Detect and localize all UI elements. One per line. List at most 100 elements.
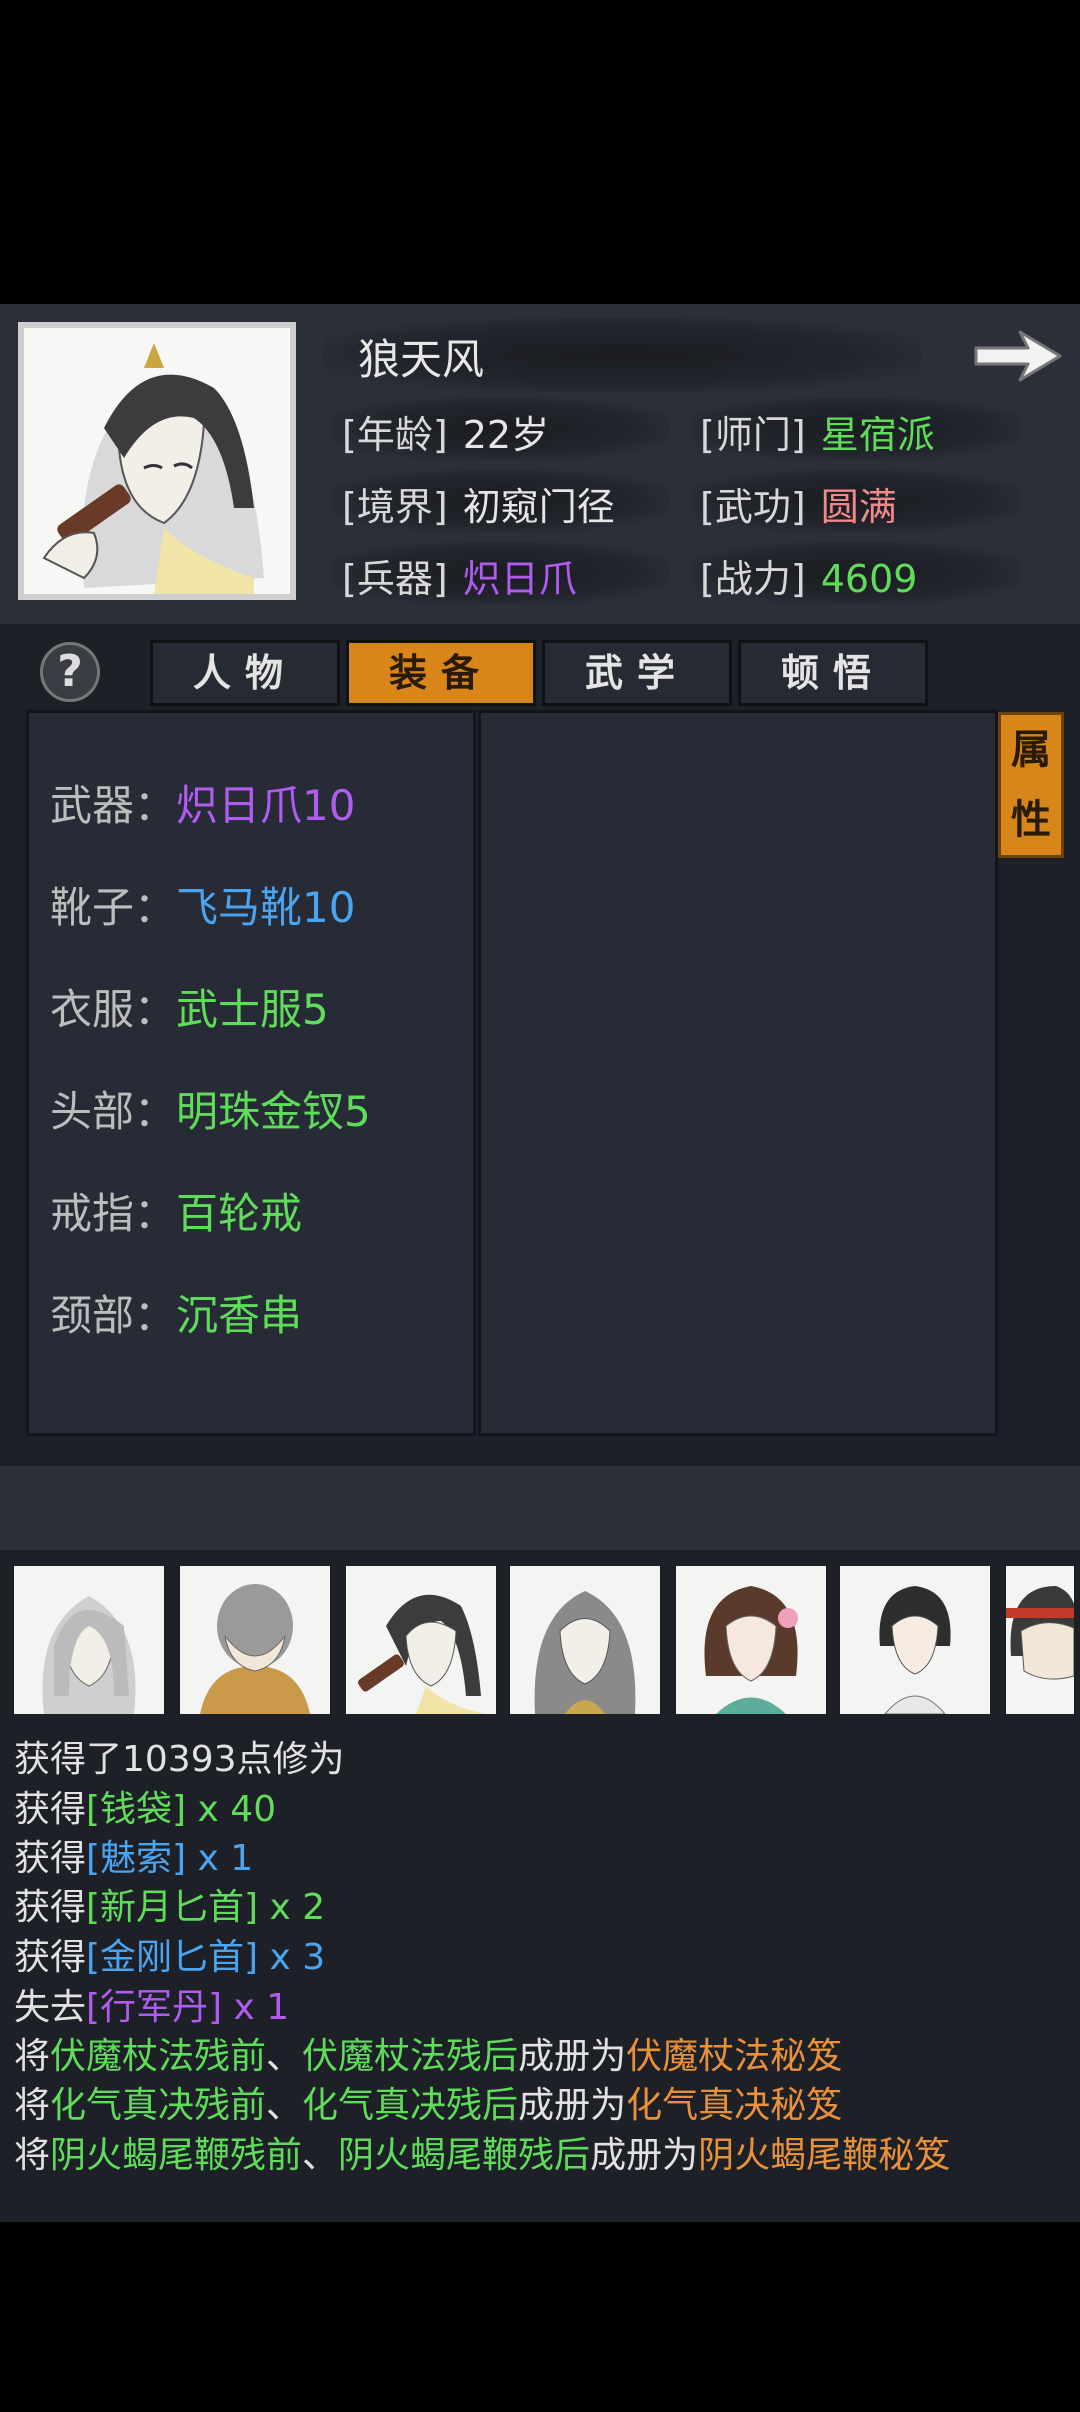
equip-item-name: 明珠金钗5 <box>176 1087 371 1136</box>
log-segment: 阴火蝎尾鞭残前 <box>50 2135 303 2176</box>
log-segment: 将 <box>14 2085 51 2126</box>
tab-equipment[interactable]: 装备 <box>346 640 536 706</box>
log-segment: 将 <box>14 2036 51 2077</box>
equip-slot-ring[interactable]: 戒指：百轮戒 <box>50 1180 302 1241</box>
log-segment: 失去 <box>14 1987 87 2028</box>
log-segment: 将 <box>14 2135 51 2176</box>
stat-label: [战力] <box>700 557 806 601</box>
log-segment: 阴火蝎尾鞭残后 <box>338 2135 591 2176</box>
log-segment: [钱袋] <box>86 1789 187 1830</box>
log-segment: 成册为 <box>518 2036 627 2077</box>
stat-realm: [境界] 初窥门径 <box>342 476 615 531</box>
equipment-detail-pane <box>478 710 998 1436</box>
stat-age: [年龄] 22岁 <box>342 404 549 459</box>
log-segment: 伏魔杖法残后 <box>302 2036 519 2077</box>
equip-slot-neck[interactable]: 颈部：沉香串 <box>50 1282 302 1343</box>
stat-value: 22岁 <box>462 413 550 457</box>
equip-slot-label: 武器： <box>50 781 177 830</box>
equip-item-name: 武士服5 <box>176 985 329 1034</box>
log-segment: 化气真决秘笈 <box>626 2085 843 2126</box>
log-line: 获得[钱袋] x 40 <box>14 1780 276 1832</box>
log-segment: 获得 <box>14 1937 87 1978</box>
party-member-portrait[interactable] <box>346 1566 496 1714</box>
party-member-portrait[interactable] <box>840 1566 990 1714</box>
side-tab-char: 性 <box>1011 796 1051 843</box>
party-member-portrait[interactable] <box>180 1566 330 1714</box>
help-button[interactable]: ? <box>40 642 100 702</box>
next-character-arrow-icon[interactable] <box>970 320 1066 390</box>
equip-slot-label: 颈部： <box>50 1291 177 1340</box>
log-line: 获得[金刚匕首] x 3 <box>14 1928 325 1980</box>
log-segment: x 2 <box>258 1887 326 1928</box>
stat-value: 初窥门径 <box>462 485 615 529</box>
stat-label: [境界] <box>342 485 448 529</box>
equip-item-name: 炽日爪10 <box>176 781 356 830</box>
log-line: 将化气真决残前、化气真决残后成册为化气真决秘笈 <box>14 2076 842 2128</box>
log-segment: 获得 <box>14 1887 87 1928</box>
equip-item-name: 飞马靴10 <box>176 883 356 932</box>
log-segment: 、 <box>266 2085 303 2126</box>
log-segment: x 40 <box>186 1789 277 1830</box>
log-line: 将阴火蝎尾鞭残前、阴火蝎尾鞭残后成册为阴火蝎尾鞭秘笈 <box>14 2126 950 2178</box>
log-segment: 伏魔杖法残前 <box>50 2036 267 2077</box>
log-segment: [行军丹] <box>86 1987 223 2028</box>
equip-slot-label: 衣服： <box>50 985 177 1034</box>
stat-label: [师门] <box>700 413 806 457</box>
equip-slot-clothes[interactable]: 衣服：武士服5 <box>50 976 329 1037</box>
stat-power: [战力] 4609 <box>700 548 917 603</box>
stat-value: 星宿派 <box>820 413 935 457</box>
equip-slot-label: 靴子： <box>50 883 177 932</box>
attributes-side-tab[interactable]: 属 性 <box>998 712 1064 858</box>
log-segment: x 1 <box>186 1838 254 1879</box>
stat-value: 炽日爪 <box>462 557 577 601</box>
log-segment: 化气真决残前 <box>50 2085 267 2126</box>
tab-character[interactable]: 人物 <box>150 640 340 706</box>
panel-divider <box>0 1466 1080 1550</box>
tab-martial-arts[interactable]: 武学 <box>542 640 732 706</box>
log-segment: [新月匕首] <box>86 1887 259 1928</box>
log-segment: 成册为 <box>590 2135 699 2176</box>
stat-label: [武功] <box>700 485 806 529</box>
equip-item-name: 沉香串 <box>176 1291 303 1340</box>
stat-weapon: [兵器] 炽日爪 <box>342 548 577 603</box>
equip-slot-weapon[interactable]: 武器：炽日爪10 <box>50 772 355 833</box>
equip-item-name: 百轮戒 <box>176 1189 303 1238</box>
log-line: 获得[新月匕首] x 2 <box>14 1878 325 1930</box>
tab-enlightenment[interactable]: 顿悟 <box>738 640 928 706</box>
log-line: 获得[魅索] x 1 <box>14 1829 253 1881</box>
log-segment: 伏魔杖法秘笈 <box>626 2036 843 2077</box>
equip-slot-label: 头部： <box>50 1087 177 1136</box>
stat-sect: [师门] 星宿派 <box>700 404 935 459</box>
party-member-portrait[interactable] <box>676 1566 826 1714</box>
log-segment: 获得 <box>14 1789 87 1830</box>
log-line: 将伏魔杖法残前、伏魔杖法残后成册为伏魔杖法秘笈 <box>14 2027 842 2079</box>
character-name: 狼天风 <box>358 335 485 384</box>
log-segment: [魅索] <box>86 1838 187 1879</box>
stat-label: [兵器] <box>342 557 448 601</box>
log-segment: 成册为 <box>518 2085 627 2126</box>
party-member-portrait[interactable] <box>1006 1566 1074 1714</box>
log-line: 获得了10393点修为 <box>14 1730 345 1782</box>
log-segment: 获得了10393点修为 <box>14 1739 345 1780</box>
party-member-portrait[interactable] <box>14 1566 164 1714</box>
stat-label: [年龄] <box>342 413 448 457</box>
log-segment: 、 <box>266 2036 303 2077</box>
equip-slot-label: 戒指： <box>50 1189 177 1238</box>
log-line: 失去[行军丹] x 1 <box>14 1978 289 2030</box>
log-segment: 阴火蝎尾鞭秘笈 <box>698 2135 951 2176</box>
side-tab-char: 属 <box>1011 726 1051 773</box>
portrait-illustration <box>24 328 290 594</box>
stat-value: 圆满 <box>820 485 897 529</box>
log-segment: 化气真决残后 <box>302 2085 519 2126</box>
party-member-portrait[interactable] <box>510 1566 660 1714</box>
log-segment: x 3 <box>258 1937 326 1978</box>
equip-slot-head[interactable]: 头部：明珠金钗5 <box>50 1078 371 1139</box>
equip-slot-boots[interactable]: 靴子：飞马靴10 <box>50 874 355 935</box>
log-segment: 获得 <box>14 1838 87 1879</box>
character-portrait <box>18 322 296 600</box>
log-segment: 、 <box>302 2135 339 2176</box>
stat-martial-skill: [武功] 圆满 <box>700 476 897 531</box>
stat-value: 4609 <box>820 557 918 601</box>
log-segment: [金刚匕首] <box>86 1937 259 1978</box>
log-segment: x 1 <box>222 1987 290 2028</box>
